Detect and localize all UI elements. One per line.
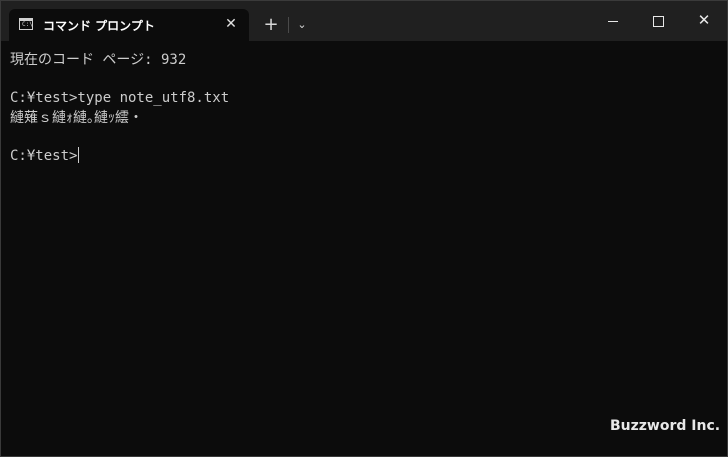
console-prompt-line[interactable]: C:¥test> (10, 147, 80, 165)
watermark-logo: Buzzword Inc. (610, 418, 721, 434)
minimize-button[interactable] (590, 1, 636, 41)
text-cursor (78, 147, 80, 163)
tab-dropdown-button[interactable]: ⌄ (291, 13, 313, 37)
chevron-down-icon: ⌄ (297, 18, 307, 31)
maximize-button[interactable] (635, 1, 681, 41)
minimize-icon (608, 21, 618, 22)
console-line: 現在のコード ページ: 932 (10, 52, 187, 68)
tab-divider (288, 17, 289, 33)
console-icon: C:\ (19, 18, 33, 30)
maximize-icon (653, 16, 664, 27)
console-output[interactable]: 現在のコード ページ: 932 C:¥test>type note_utf8.t… (1, 41, 727, 456)
title-bar: C:\ コマンド プロンプト ✕ + ⌄ ✕ (1, 1, 727, 41)
terminal-window: C:\ コマンド プロンプト ✕ + ⌄ ✕ 現在のコード ページ: 932 C… (0, 0, 728, 457)
tab-title: コマンド プロンプト (43, 19, 155, 33)
close-button[interactable]: ✕ (681, 1, 727, 41)
new-tab-button[interactable]: + (259, 13, 283, 37)
console-line: 縺薙ｓ縺ｫ縺｡縺ｯ繧・ (10, 110, 143, 126)
console-prompt: C:¥test> (10, 148, 78, 164)
close-icon: ✕ (697, 11, 711, 29)
console-line: C:¥test>type note_utf8.txt (10, 90, 230, 106)
tab-command-prompt[interactable]: C:\ コマンド プロンプト ✕ (9, 9, 249, 41)
console-icon-prompt: C:\ (22, 21, 33, 28)
tab-close-icon[interactable]: ✕ (221, 14, 241, 34)
